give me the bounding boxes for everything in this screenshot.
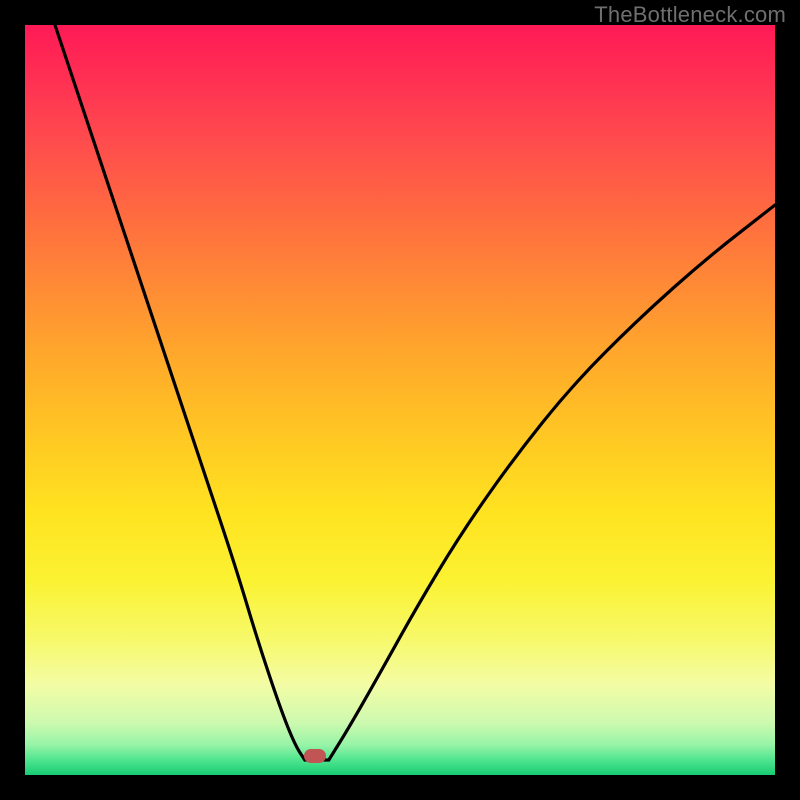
chart-frame: TheBottleneck.com [0,0,800,800]
plot-area [25,25,775,775]
watermark-text: TheBottleneck.com [594,2,786,28]
bottleneck-curve [25,25,775,775]
optimal-point-marker [304,749,326,763]
